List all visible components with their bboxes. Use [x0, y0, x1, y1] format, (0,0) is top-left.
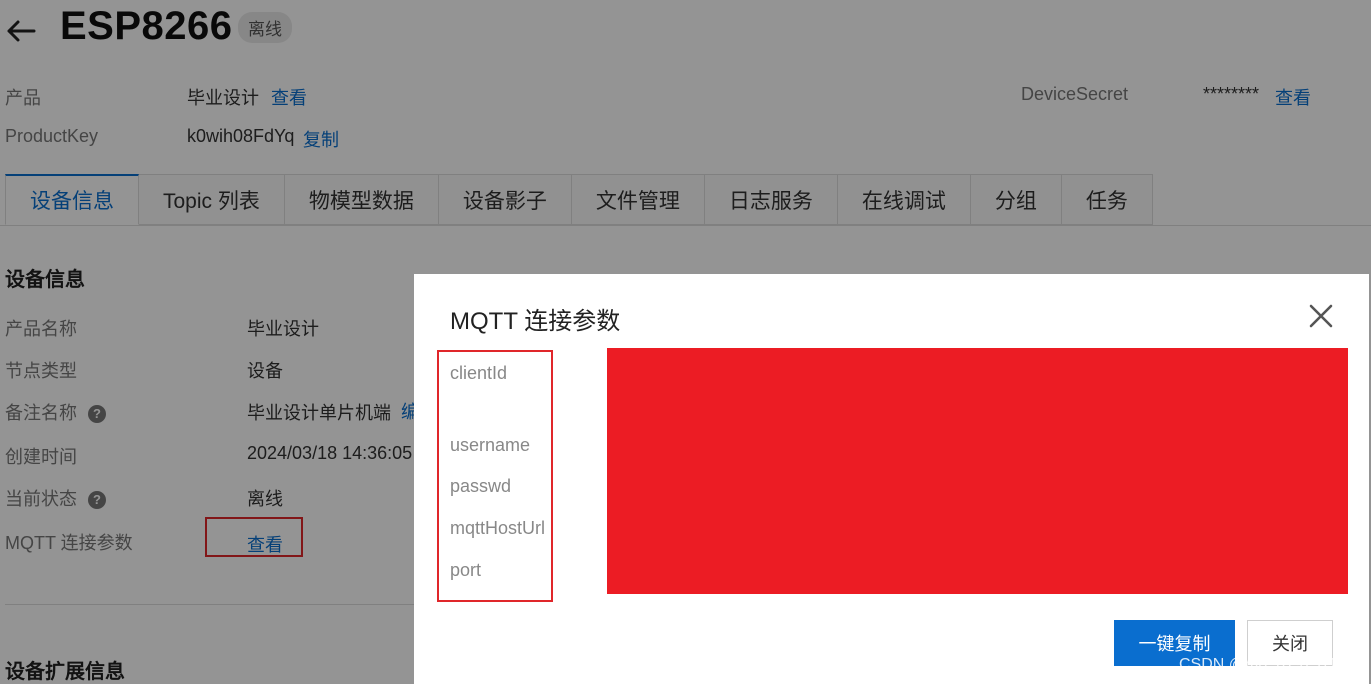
param-client-id: clientId: [450, 363, 508, 383]
dialog-title: MQTT 连接参数: [450, 308, 621, 335]
param-mqtt-host-url: mqttHostUrl: [450, 518, 546, 538]
redacted-values-block: [607, 348, 1348, 594]
watermark-text: CSDN @m0_61973119: [1179, 656, 1347, 673]
mqtt-params-dialog: MQTT 连接参数 clientId username passwd mqttH…: [414, 274, 1369, 684]
param-port: port: [450, 560, 482, 580]
close-icon[interactable]: [1307, 302, 1335, 330]
param-username: username: [450, 435, 531, 455]
param-passwd: passwd: [450, 476, 512, 496]
device-detail-page: ESP8266 离线 产品 毕业设计 查看 ProductKey k0wih08…: [0, 0, 1371, 684]
